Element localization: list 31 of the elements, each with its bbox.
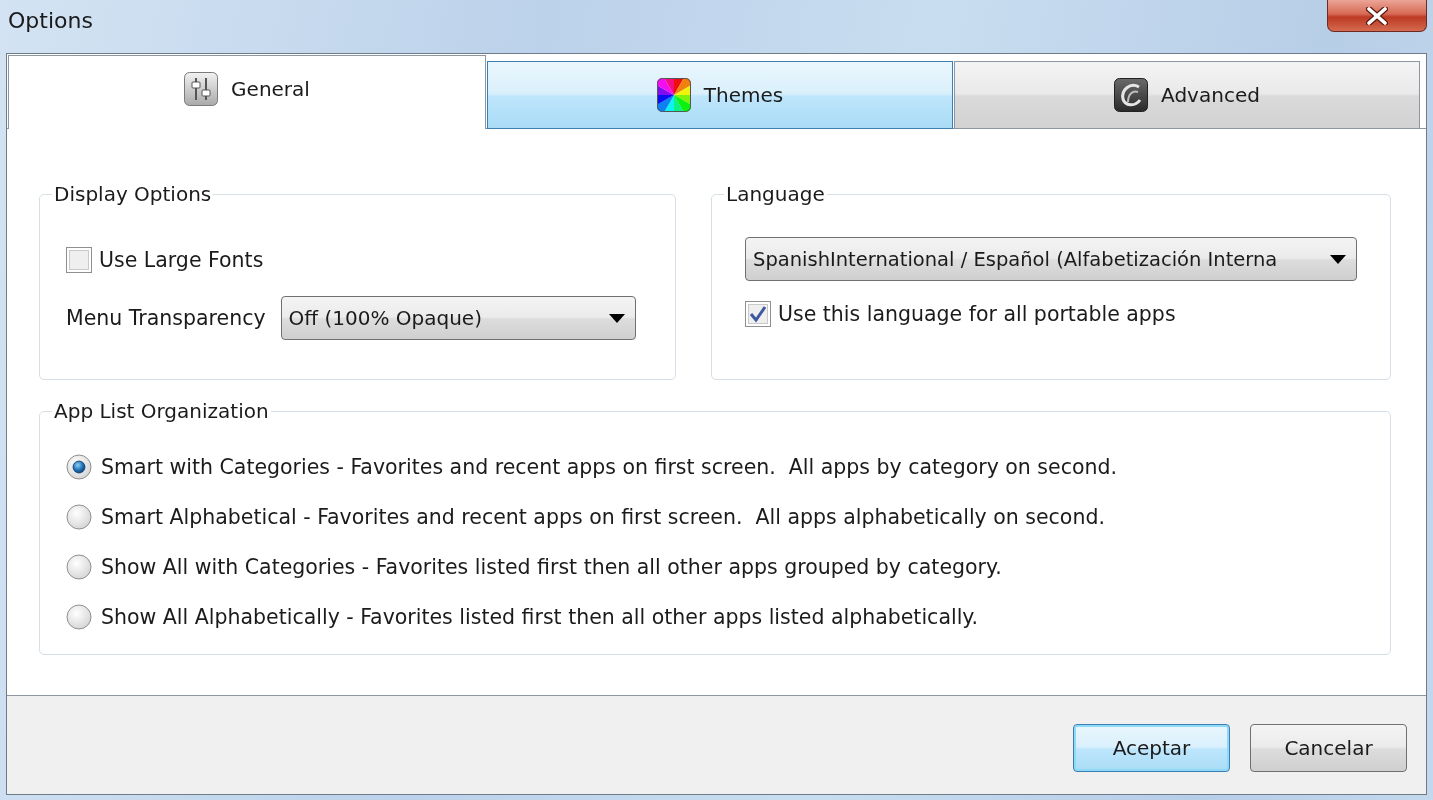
close-icon bbox=[1366, 6, 1388, 25]
dropdown[interactable]: SpanishInternational / Español (Alfabetización Interna bbox=[745, 237, 1357, 281]
radio-label[interactable]: Smart Alphabetical - Favorites and recent apps on first screen. All apps alphabetically on second. bbox=[101, 504, 1105, 530]
tab[interactable]: General bbox=[8, 55, 486, 129]
close-button[interactable] bbox=[1327, 0, 1427, 32]
window-title: Options bbox=[8, 8, 93, 33]
sliders-icon bbox=[184, 71, 219, 106]
group-title: Display Options bbox=[53, 182, 213, 206]
checkbox-label[interactable]: Use Large Fonts bbox=[99, 247, 264, 273]
dialog-button[interactable]: Cancelar bbox=[1250, 724, 1407, 772]
caret-icon bbox=[608, 313, 625, 323]
radio-button[interactable] bbox=[66, 604, 92, 630]
group-title: App List Organization bbox=[53, 399, 270, 423]
radio-button[interactable] bbox=[66, 504, 92, 530]
checkbox[interactable] bbox=[66, 247, 92, 273]
dropdown[interactable]: Off (100% Opaque) bbox=[280, 296, 636, 340]
color-wheel-icon bbox=[656, 78, 691, 112]
radio-label[interactable]: Smart with Categories - Favorites and recent apps on first screen. All apps by category on second. bbox=[101, 454, 1117, 480]
tab[interactable]: Advanced bbox=[954, 61, 1420, 129]
caret-icon bbox=[1330, 254, 1346, 264]
tab[interactable]: Themes bbox=[487, 61, 953, 129]
checkbox[interactable] bbox=[745, 301, 771, 327]
group-title: Language bbox=[725, 182, 826, 206]
radio-button[interactable] bbox=[66, 554, 92, 580]
radio-button[interactable] bbox=[66, 454, 92, 480]
radio-label[interactable]: Show All Alphabetically - Favorites listed first then all other apps listed alphabetically. bbox=[101, 604, 979, 630]
field-label: Menu Transparency bbox=[66, 305, 266, 331]
dialog-button[interactable]: Aceptar bbox=[1073, 724, 1230, 772]
checkbox-label[interactable]: Use this language for all portable apps bbox=[778, 301, 1176, 327]
swirl-icon bbox=[1114, 78, 1149, 112]
radio-label[interactable]: Show All with Categories - Favorites listed first then all other apps grouped by category. bbox=[101, 554, 1002, 580]
